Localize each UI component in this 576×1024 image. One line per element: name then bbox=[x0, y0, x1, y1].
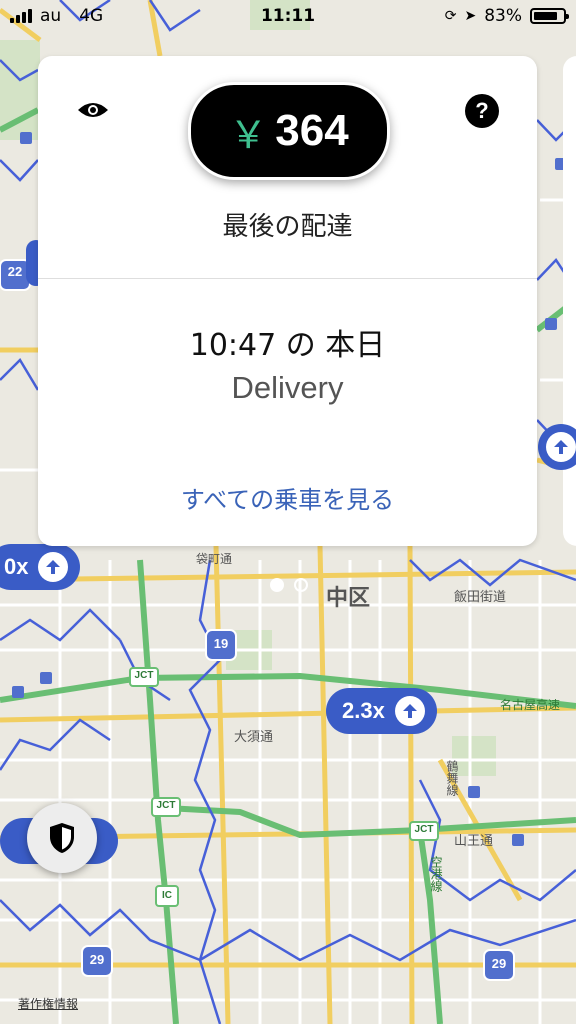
route-29-left-label: 29 bbox=[89, 952, 105, 967]
trip-time: 10:47 の 本日 bbox=[189, 328, 386, 363]
surge-center-value: 2.3x bbox=[342, 698, 385, 723]
route-19-label: 19 bbox=[213, 636, 229, 651]
surge-badge-center[interactable]: 2.3x bbox=[326, 688, 437, 734]
next-card-peek[interactable] bbox=[563, 56, 576, 546]
fare-pill: ￥ 364 bbox=[188, 82, 390, 180]
jct-right-text: JCT bbox=[414, 824, 434, 835]
location-arrow-icon: ➤ bbox=[464, 8, 477, 24]
battery-icon bbox=[530, 8, 569, 24]
currency-symbol: ￥ bbox=[229, 114, 268, 157]
orientation-lock-icon: ⟳ bbox=[444, 8, 457, 24]
help-icon[interactable]: ? bbox=[465, 94, 499, 128]
street-label-iida: 飯田街道 bbox=[454, 590, 507, 605]
street-label-osu: 大須通 bbox=[234, 730, 274, 745]
street-label-sanno: 山王通 bbox=[454, 834, 494, 849]
status-bar: au 4G 11:11 ⟳ ➤ 83% bbox=[0, 0, 576, 34]
surge-badge-right[interactable] bbox=[538, 424, 576, 470]
page-dot-1 bbox=[270, 578, 284, 592]
safety-toolkit-button[interactable] bbox=[27, 803, 97, 873]
surge-badge-left[interactable]: 0x bbox=[0, 544, 81, 590]
eye-icon[interactable] bbox=[76, 100, 110, 120]
card-divider bbox=[38, 278, 537, 279]
jct-mid-text: JCT bbox=[156, 800, 176, 811]
ic-text: IC bbox=[162, 890, 172, 901]
trip-type: Delivery bbox=[231, 370, 344, 405]
route-29-right-label: 29 bbox=[491, 956, 507, 971]
arrow-up-icon bbox=[38, 552, 69, 582]
ward-label: 中区 bbox=[326, 586, 371, 611]
card-subtitle: 最後の配達 bbox=[222, 212, 353, 242]
arrow-up-icon bbox=[394, 696, 425, 726]
battery-percent: 83% bbox=[484, 6, 522, 26]
street-label-airport: 空港線 bbox=[429, 856, 443, 892]
jct-top-text: JCT bbox=[134, 670, 154, 681]
map-attribution-link[interactable]: 著作権情報 bbox=[18, 995, 78, 1012]
page-indicator bbox=[270, 578, 308, 592]
street-label-expressway: 名古屋高速 bbox=[500, 698, 561, 712]
surge-left-value: 0x bbox=[4, 554, 29, 579]
fare-amount: 364 bbox=[275, 106, 349, 155]
street-label-tsurumai: 鶴舞線 bbox=[445, 760, 459, 796]
street-label-fukuro: 袋町通 bbox=[196, 552, 233, 566]
arrow-up-icon bbox=[546, 432, 576, 462]
trip-card[interactable]: ? ￥ 364 最後の配達 10:47 の 本日 Delivery すべての乗車… bbox=[38, 56, 537, 546]
see-all-trips-link[interactable]: すべての乗車を見る bbox=[38, 480, 537, 515]
shield-icon bbox=[50, 823, 74, 853]
page-dot-2 bbox=[294, 578, 308, 592]
